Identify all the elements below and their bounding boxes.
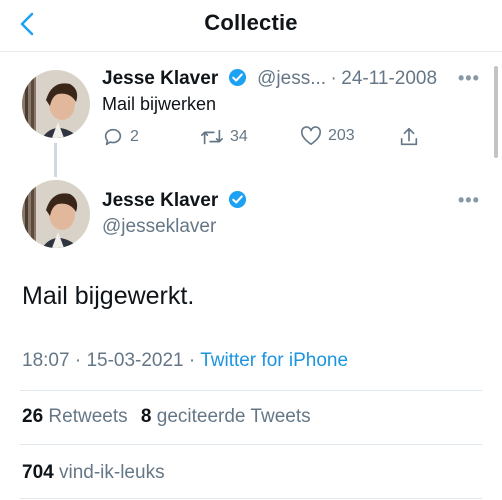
retweets-label: Retweets	[48, 406, 128, 427]
meta-separator: ·	[188, 350, 196, 371]
likes-stat[interactable]: 704 vind-ik-leuks	[22, 462, 165, 484]
like-button[interactable]: 203	[300, 126, 355, 146]
more-options-icon[interactable]: •••	[458, 68, 480, 89]
author-handle[interactable]: @jesseklaver	[102, 216, 216, 238]
heart-icon	[300, 126, 322, 145]
verified-badge-icon	[228, 190, 246, 209]
meta-separator: ·	[74, 350, 82, 371]
tweet-date: 24-11-2008	[341, 68, 438, 89]
divider	[20, 444, 482, 445]
thread-connector	[54, 143, 57, 177]
quotes-label: geciteerde Tweets	[156, 406, 311, 427]
tweet-time: 18:07	[22, 350, 70, 371]
retweet-count: 34	[230, 128, 248, 145]
divider	[20, 390, 482, 391]
author-name[interactable]: Jesse Klaver	[102, 190, 218, 211]
verified-badge-icon	[228, 68, 246, 87]
tweet-date: 15-03-2021	[86, 350, 184, 371]
author-name[interactable]: Jesse Klaver	[102, 68, 218, 89]
retweet-icon	[201, 129, 223, 145]
more-options-icon[interactable]: •••	[458, 190, 480, 211]
share-button[interactable]	[398, 126, 420, 148]
retweet-button[interactable]: 34	[200, 126, 248, 148]
reply-icon	[104, 128, 122, 146]
reply-tweet-header: Jesse Klaver @jess... · 24-11-2008	[102, 68, 437, 90]
avatar[interactable]	[22, 180, 90, 248]
like-count: 203	[328, 127, 355, 144]
quotes-stat[interactable]: 8 geciteerde Tweets	[141, 406, 311, 427]
likes-count: 704	[22, 462, 54, 483]
main-tweet-author: Jesse Klaver	[102, 190, 247, 212]
tweet-meta: 18:07 · 15-03-2021 · Twitter for iPhone	[22, 350, 348, 372]
reply-tweet-text: Mail bijwerken	[102, 94, 217, 114]
page-title: Collectie	[204, 10, 298, 35]
tweet-actions: 2 34 203	[102, 126, 422, 152]
quotes-count: 8	[140, 406, 152, 427]
reply-button[interactable]: 2	[102, 126, 139, 148]
divider	[20, 498, 482, 499]
reply-count: 2	[130, 128, 139, 145]
main-tweet-text: Mail bijgewerkt.	[22, 282, 195, 310]
date-separator: ·	[330, 68, 337, 89]
avatar[interactable]	[22, 70, 90, 138]
author-handle[interactable]: @jess...	[257, 68, 326, 89]
retweets-stat[interactable]: 26 Retweets	[22, 406, 133, 427]
top-bar: Collectie	[0, 0, 502, 52]
tweet-source-link[interactable]: Twitter for iPhone	[200, 350, 348, 371]
retweets-count: 26	[22, 406, 44, 427]
scrollbar[interactable]	[494, 66, 498, 158]
likes-label: vind-ik-leuks	[58, 462, 165, 483]
share-icon	[400, 127, 418, 146]
engagement-stats: 26 Retweets 8 geciteerde Tweets	[22, 406, 311, 428]
